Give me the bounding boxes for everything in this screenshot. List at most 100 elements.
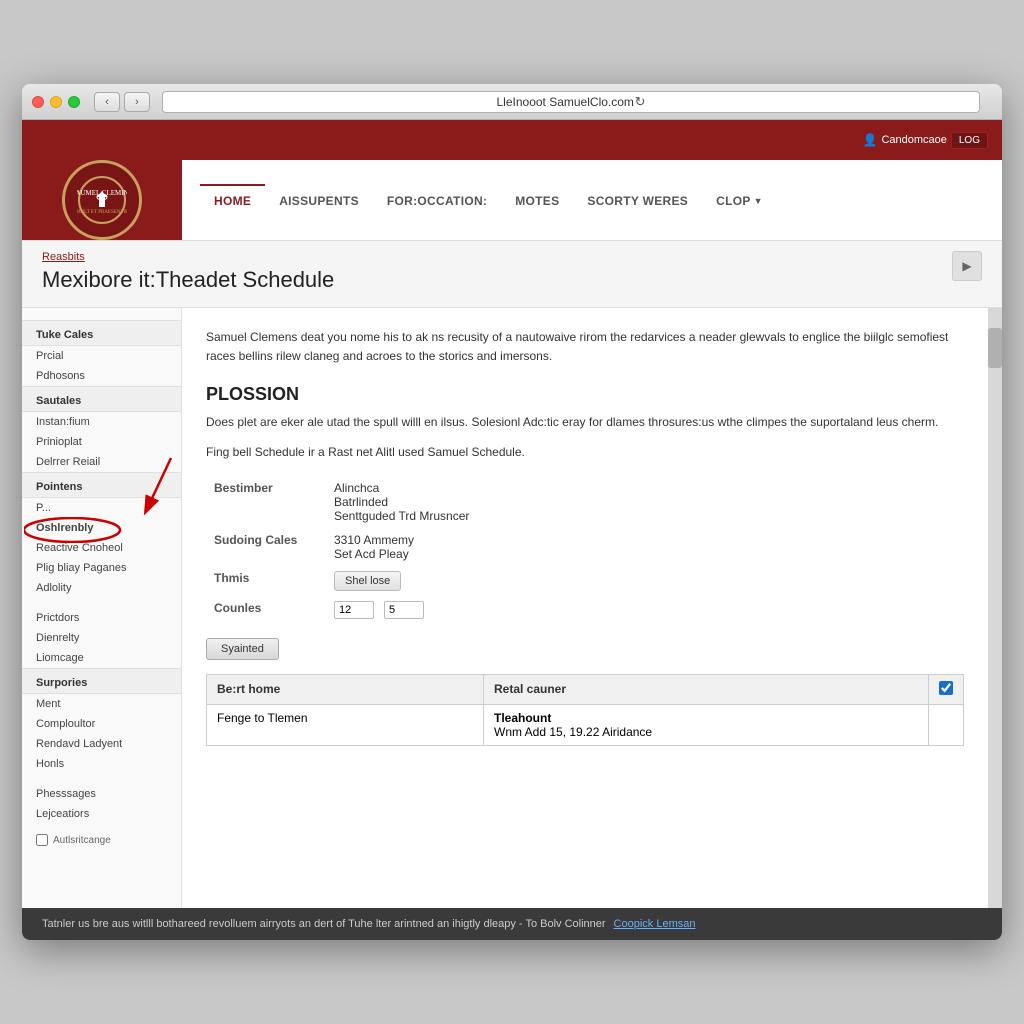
table-header-col1: Be:rt home	[207, 674, 484, 704]
close-button[interactable]	[32, 96, 44, 108]
main-content: Samuel Clemens deat you nome his to ak n…	[182, 308, 988, 908]
svg-text:SBUILT ET PRAESENTIET: SBUILT ET PRAESENTIET	[77, 210, 127, 215]
sidebar-item-adlolity[interactable]: Adlolity	[22, 578, 181, 598]
nav-aissupents[interactable]: AISSUPENTS	[265, 184, 373, 216]
sidebar-item-ment[interactable]: Ment	[22, 694, 181, 714]
intro-text: Samuel Clemens deat you nome his to ak n…	[206, 328, 964, 366]
main-nav: HOME AISSUPENTS FOR:OCCATION: MOTES SCOR…	[182, 160, 1002, 240]
sidebar-section-tuke-cales: Tuke Cales	[22, 320, 181, 346]
refresh-icon[interactable]: ↻	[635, 94, 646, 110]
nav-scorty-weres[interactable]: SCORTY WERES	[573, 184, 702, 216]
sidebar-item-instanfium[interactable]: Instan:fium	[22, 412, 181, 432]
sidebar-item-delrrer-reiail[interactable]: Delrrer Reiail	[22, 452, 181, 472]
autologon-checkbox[interactable]	[36, 834, 48, 846]
logo-icon: CAUMEL CLEMINB SBUILT ET PRAESENTIET	[77, 175, 127, 225]
form-value-counles	[326, 596, 964, 624]
footer-bar: Tatnler us bre aus witlll bothareed revo…	[22, 908, 1002, 940]
minimize-button[interactable]	[50, 96, 62, 108]
browser-nav-buttons: ‹ ›	[94, 92, 150, 112]
address-bar[interactable]: LleInooot SamuelClo.com ↻	[162, 91, 980, 113]
table-row: Fenge to Tlemen Tleahount Wnm Add 15, 19…	[207, 704, 964, 745]
dropdown-arrow-icon: ▼	[754, 196, 763, 206]
table-cell-col1: Fenge to Tlemen	[207, 704, 484, 745]
sidebar-section-surpories: Surpories	[22, 668, 181, 694]
nav-motes[interactable]: MOTES	[501, 184, 573, 216]
table-header-col2: Retal cauner	[484, 674, 929, 704]
body-layout: Tuke Cales Prcial Pdhosons Sautales Inst…	[22, 308, 1002, 908]
sidebar-item-prinioplat[interactable]: Prinioplat	[22, 432, 181, 452]
sidebar-item-dienrelty[interactable]: Dienrelty	[22, 628, 181, 648]
sidebar: Tuke Cales Prcial Pdhosons Sautales Inst…	[22, 308, 182, 908]
section-heading: PLOSSION	[206, 384, 964, 405]
site-navbar: 👤 Candomcaoe LOG	[22, 120, 1002, 160]
maximize-button[interactable]	[68, 96, 80, 108]
footer-text: Tatnler us bre aus witlll bothareed revo…	[42, 918, 606, 930]
table-cell-col2-title: Tleahount	[494, 711, 551, 725]
form-row-bestimber: Bestimber AlinchcaBatrlindedSenttguded T…	[206, 476, 964, 528]
nav-clop[interactable]: CLOP ▼	[702, 184, 777, 216]
form-label-bestimber: Bestimber	[206, 476, 326, 528]
sidebar-item-comploultor[interactable]: Comploultor	[22, 714, 181, 734]
counles-input1[interactable]	[334, 601, 374, 619]
sidebar-item-pdhosons[interactable]: Pdhosons	[22, 366, 181, 386]
user-label: Candomcaoe	[881, 134, 946, 146]
sidebar-item-lejceatiors[interactable]: Lejceatiors	[22, 804, 181, 824]
nav-home[interactable]: HOME	[200, 184, 265, 216]
sidebar-section-sautales: Sautales	[22, 386, 181, 412]
form-table: Bestimber AlinchcaBatrlindedSenttguded T…	[206, 476, 964, 624]
nav-clop-label: CLOP	[716, 194, 751, 208]
sidebar-item-oshlrenbly[interactable]: Oshlrenbly	[22, 518, 181, 538]
counles-input2[interactable]	[384, 601, 424, 619]
sidebar-item-plig-bliay[interactable]: Plig bliay Paganes	[22, 558, 181, 578]
nav-foroccation[interactable]: FOR:OCCATION:	[373, 184, 501, 216]
breadcrumb[interactable]: Reasbits	[42, 251, 334, 263]
logo: CAUMEL CLEMINB SBUILT ET PRAESENTIET	[62, 160, 142, 240]
highlight-wrapper: Oshlrenbly	[22, 518, 181, 538]
section-text2: Fing bell Schedule ir a Rast net Alitl u…	[206, 443, 964, 462]
form-row-sudoing: Sudoing Cales 3310 AmmemySet Acd Pleay	[206, 528, 964, 566]
syainted-button[interactable]: Syainted	[206, 638, 279, 660]
page-header: Reasbits Mexibore it:Theadet Schedule ▶	[22, 241, 1002, 308]
table-header-checkbox-input[interactable]	[939, 681, 953, 695]
title-bar: ‹ › LleInooot SamuelClo.com ↻	[22, 84, 1002, 120]
back-button[interactable]: ‹	[94, 92, 120, 112]
form-value-thmis: Shel lose	[326, 566, 964, 596]
autologon-area: Autlsritcange	[22, 824, 181, 856]
address-text: LleInooot SamuelClo.com	[497, 95, 634, 109]
scrollbar-thumb[interactable]	[988, 328, 1002, 368]
navbar-user: 👤 Candomcaoe	[862, 133, 946, 147]
table-cell-checkbox	[929, 704, 964, 745]
form-label-sudoing: Sudoing Cales	[206, 528, 326, 566]
sidebar-item-phesssages[interactable]: Phesssages	[22, 784, 181, 804]
traffic-lights	[32, 96, 80, 108]
section-text1: Does plet are eker ale utad the spull wi…	[206, 413, 964, 432]
table-cell-col2: Tleahount Wnm Add 15, 19.22 Airidance	[484, 704, 929, 745]
footer-link[interactable]: Coopick Lemsan	[614, 918, 696, 930]
sidebar-item-rendavd-ladyent[interactable]: Rendavd Ladyent	[22, 734, 181, 754]
form-label-thmis: Thmis	[206, 566, 326, 596]
scrollbar-right[interactable]	[988, 308, 1002, 908]
sidebar-section-pointens: Pointens	[22, 472, 181, 498]
play-button[interactable]: ▶	[952, 251, 982, 281]
form-value-bestimber: AlinchcaBatrlindedSenttguded Trd Mrusnce…	[326, 476, 964, 528]
shelfose-button[interactable]: Shel lose	[334, 571, 401, 591]
sidebar-item-honls[interactable]: Honls	[22, 754, 181, 774]
autologon-label: Autlsritcange	[53, 835, 111, 846]
log-button[interactable]: LOG	[951, 132, 988, 149]
mac-window: ‹ › LleInooot SamuelClo.com ↻ 👤 Candomca…	[22, 84, 1002, 940]
sidebar-item-prictdors[interactable]: Prictdors	[22, 608, 181, 628]
table-header-checkbox	[929, 674, 964, 704]
form-row-thmis: Thmis Shel lose	[206, 566, 964, 596]
sidebar-item-prcial[interactable]: Prcial	[22, 346, 181, 366]
sidebar-item-p[interactable]: P...	[22, 498, 181, 518]
sidebar-item-liomcage[interactable]: Liomcage	[22, 648, 181, 668]
data-table: Be:rt home Retal cauner Fenge to Tlemen …	[206, 674, 964, 746]
form-label-counles: Counles	[206, 596, 326, 624]
form-row-counles: Counles	[206, 596, 964, 624]
page-title: Mexibore it:Theadet Schedule	[42, 267, 334, 293]
table-cell-col2-sub: Wnm Add 15, 19.22 Airidance	[494, 725, 652, 739]
sidebar-item-reactive-cnoheol[interactable]: Reactive Cnoheol	[22, 538, 181, 558]
logo-area: CAUMEL CLEMINB SBUILT ET PRAESENTIET	[22, 160, 182, 240]
forward-button[interactable]: ›	[124, 92, 150, 112]
site-header: CAUMEL CLEMINB SBUILT ET PRAESENTIET HOM…	[22, 160, 1002, 241]
